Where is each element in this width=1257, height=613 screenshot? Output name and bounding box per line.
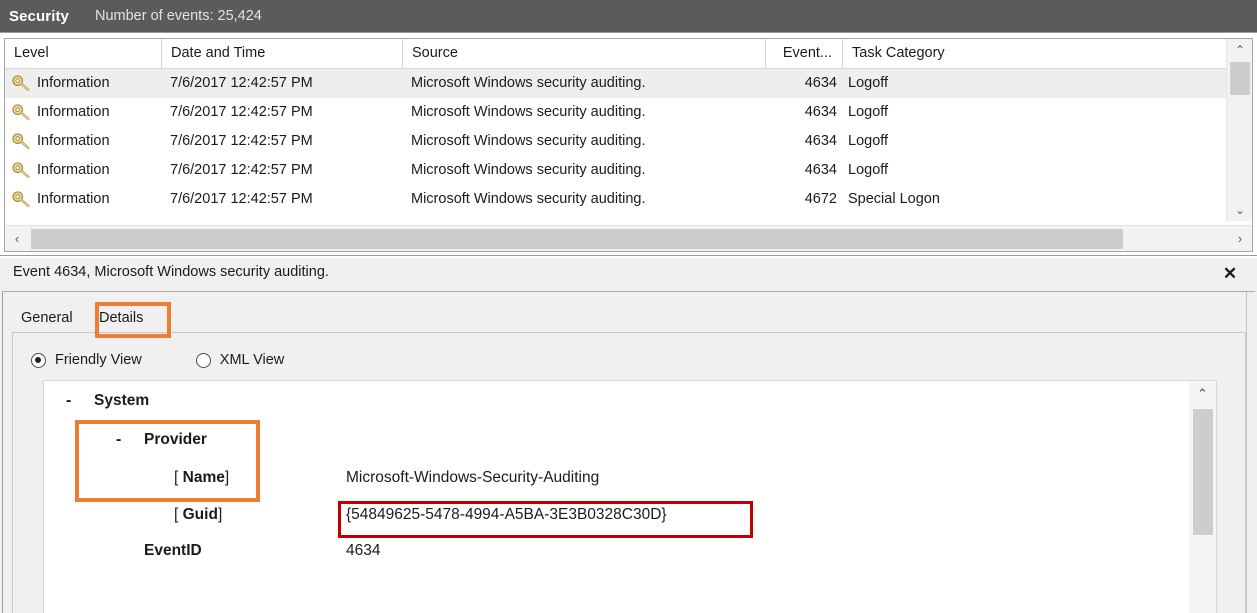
tree-attr-name: [ Name] Microsoft-Windows-Security-Audit… — [44, 459, 1190, 497]
table-row[interactable]: Information 7/6/2017 12:42:57 PM Microso… — [5, 127, 1252, 156]
cell-source: Microsoft Windows security auditing. — [402, 69, 765, 98]
event-list[interactable]: Level Date and Time Source Event... Task… — [4, 38, 1253, 252]
cell-source: Microsoft Windows security auditing. — [402, 185, 765, 214]
cell-task-category: Special Logon — [848, 185, 1226, 214]
attr-key-name: Name — [183, 469, 225, 486]
cell-date: 7/6/2017 12:42:57 PM — [161, 98, 402, 127]
column-header-source[interactable]: Source — [402, 39, 765, 68]
cell-level: Information — [5, 156, 161, 185]
cell-level: Information — [5, 127, 161, 156]
cell-event-id: 4634 — [765, 156, 837, 185]
view-mode-radio-group: Friendly View XML View — [31, 352, 338, 368]
collapse-toggle-icon[interactable]: - — [66, 381, 71, 421]
tree-attr-guid: [ Guid] {54849625-5478-4994-A5BA-3E3B032… — [44, 497, 1190, 533]
cell-date: 7/6/2017 12:42:57 PM — [161, 156, 402, 185]
scroll-left-icon[interactable]: ‹ — [5, 226, 29, 251]
detail-pane-right-edge — [1246, 292, 1257, 613]
tree-node-label-system: System — [94, 381, 149, 421]
cell-source: Microsoft Windows security auditing. — [402, 127, 765, 156]
radio-xml-view[interactable]: XML View — [196, 352, 284, 368]
event-detail-tree: - System - Provider [ Name] Microsoft-Wi… — [44, 381, 1190, 569]
radio-friendly-view-label: Friendly View — [55, 352, 142, 368]
cell-source: Microsoft Windows security auditing. — [402, 156, 765, 185]
scroll-up-icon[interactable]: ⌃ — [1189, 381, 1216, 407]
attr-label-guid: [ Guid] — [174, 497, 222, 533]
attr-label-name: [ Name] — [174, 459, 229, 497]
detail-pane-titlebar: Event 4634, Microsoft Windows security a… — [2, 258, 1255, 292]
tree-field-eventid: EventID 4634 — [44, 533, 1190, 569]
radio-selected-icon — [31, 353, 46, 368]
cell-date: 7/6/2017 12:42:57 PM — [161, 185, 402, 214]
cell-level: Information — [5, 69, 161, 98]
cell-date: 7/6/2017 12:42:57 PM — [161, 69, 402, 98]
column-header-event-id[interactable]: Event... — [765, 39, 842, 68]
tab-details[interactable]: Details — [90, 304, 152, 332]
tree-node-label-provider: Provider — [144, 421, 207, 459]
log-header-bar: Security Number of events: 25,424 — [0, 0, 1257, 32]
scroll-right-icon[interactable]: › — [1228, 226, 1252, 251]
detail-vertical-scrollbar[interactable]: ⌃ — [1189, 381, 1216, 613]
cell-task-category: Logoff — [848, 156, 1226, 185]
attr-value-name: Microsoft-Windows-Security-Auditing — [346, 459, 599, 497]
event-list-horizontal-scrollbar[interactable]: ‹ › — [5, 225, 1252, 251]
collapse-toggle-icon[interactable]: - — [116, 421, 121, 459]
column-header-task-category[interactable]: Task Category — [842, 39, 1226, 68]
detail-pane-left-edge — [0, 292, 3, 613]
cell-task-category: Logoff — [848, 127, 1226, 156]
column-header-date-and-time[interactable]: Date and Time — [161, 39, 402, 68]
log-name-label: Security — [9, 8, 69, 25]
event-list-panel: Level Date and Time Source Event... Task… — [0, 32, 1257, 256]
cell-event-id: 4634 — [765, 69, 837, 98]
radio-unselected-icon — [196, 353, 211, 368]
cell-event-id: 4634 — [765, 98, 837, 127]
cell-level: Information — [5, 98, 161, 127]
scroll-down-icon[interactable]: ⌄ — [1227, 199, 1253, 221]
table-row[interactable]: Information 7/6/2017 12:42:57 PM Microso… — [5, 185, 1252, 214]
table-row[interactable]: Information 7/6/2017 12:42:57 PM Microso… — [5, 156, 1252, 185]
radio-friendly-view[interactable]: Friendly View — [31, 352, 142, 368]
event-list-vertical-scrollbar[interactable]: ⌃ ⌄ — [1226, 39, 1252, 221]
scrollbar-thumb[interactable] — [1230, 62, 1250, 95]
cell-event-id: 4672 — [765, 185, 837, 214]
close-icon[interactable]: ✕ — [1219, 263, 1241, 285]
cell-task-category: Logoff — [848, 69, 1226, 98]
field-value-eventid: 4634 — [346, 533, 380, 569]
cell-level: Information — [5, 185, 161, 214]
tab-general[interactable]: General — [12, 304, 82, 332]
tree-node-system[interactable]: - System — [44, 381, 1190, 421]
scrollbar-thumb[interactable] — [1193, 409, 1213, 535]
table-row[interactable]: Information 7/6/2017 12:42:57 PM Microso… — [5, 98, 1252, 127]
cell-date: 7/6/2017 12:42:57 PM — [161, 127, 402, 156]
event-count-label: Number of events: 25,424 — [95, 8, 262, 24]
radio-xml-view-label: XML View — [220, 352, 284, 368]
details-tab-panel: Friendly View XML View - System - Provid… — [12, 332, 1246, 613]
event-list-column-headers: Level Date and Time Source Event... Task… — [5, 39, 1252, 69]
cell-event-id: 4634 — [765, 127, 837, 156]
detail-pane-title: Event 4634, Microsoft Windows security a… — [13, 264, 329, 280]
tree-node-provider[interactable]: - Provider — [44, 421, 1190, 459]
attr-key-guid: Guid — [183, 506, 218, 523]
column-header-level[interactable]: Level — [5, 39, 161, 68]
scroll-up-icon[interactable]: ⌃ — [1227, 39, 1253, 61]
cell-task-category: Logoff — [848, 98, 1226, 127]
event-detail-pane: Event 4634, Microsoft Windows security a… — [0, 258, 1257, 613]
event-list-rows: Information 7/6/2017 12:42:57 PM Microso… — [5, 69, 1252, 214]
cell-source: Microsoft Windows security auditing. — [402, 98, 765, 127]
field-label-eventid: EventID — [144, 533, 202, 569]
scrollbar-thumb[interactable] — [31, 229, 1123, 249]
table-row[interactable]: Information 7/6/2017 12:42:57 PM Microso… — [5, 69, 1252, 98]
attr-value-guid: {54849625-5478-4994-A5BA-3E3B0328C30D} — [346, 497, 667, 533]
friendly-view-content[interactable]: - System - Provider [ Name] Microsoft-Wi… — [43, 380, 1217, 613]
